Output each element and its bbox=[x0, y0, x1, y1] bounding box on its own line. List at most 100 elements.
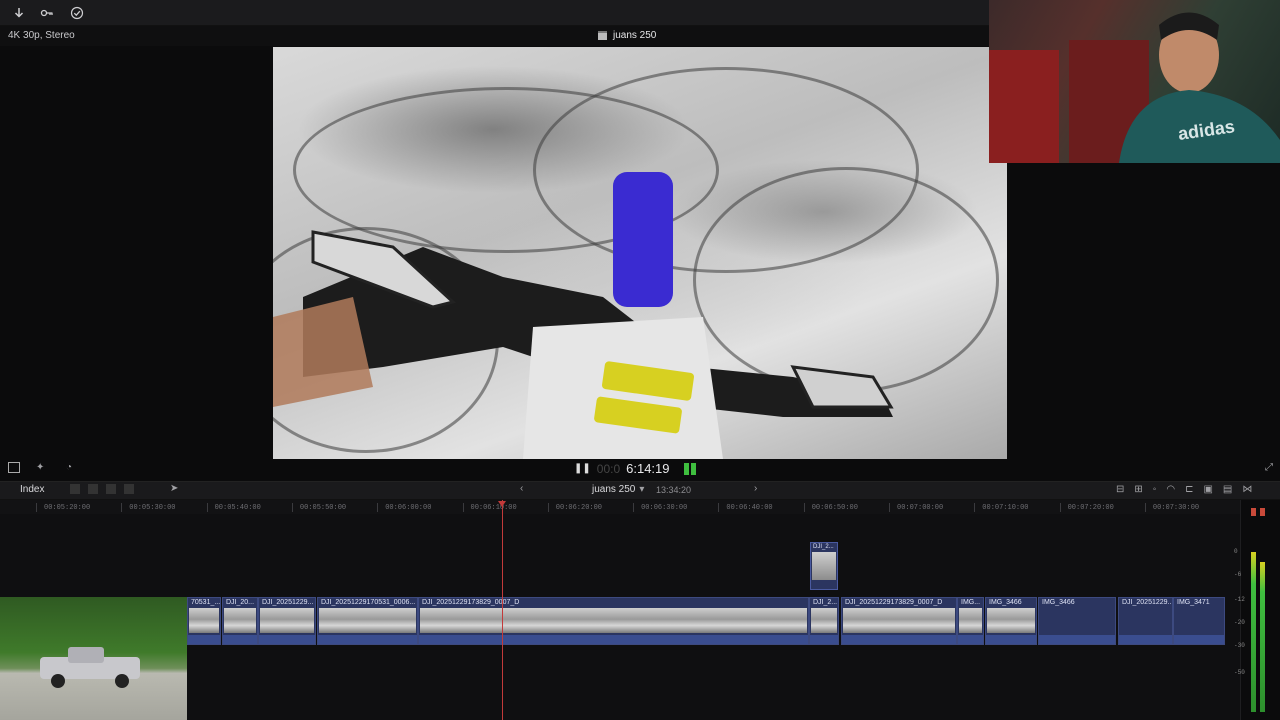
clip-thumbnail bbox=[811, 608, 837, 633]
index-button[interactable]: Index bbox=[20, 484, 44, 495]
viewer-info-bar bbox=[0, 26, 990, 46]
zoom-in-icon[interactable]: ⊞ bbox=[1134, 484, 1142, 495]
format-label: 4K 30p, Stereo bbox=[8, 30, 75, 41]
speed-icon[interactable]: ◔ bbox=[66, 462, 72, 473]
skimming-icon[interactable]: ◦ bbox=[1153, 484, 1157, 495]
ruler-label: 00:05:40:00 bbox=[214, 504, 261, 512]
ruler-tick bbox=[547, 503, 549, 512]
timeline-project-menu[interactable]: juans 250 ▾ bbox=[592, 484, 644, 495]
video-viewer[interactable] bbox=[273, 47, 1007, 459]
timeline-clip[interactable]: 70531_... bbox=[187, 597, 221, 645]
clip-thumbnail bbox=[420, 608, 807, 633]
timeline-clip[interactable]: DJI_20251229173829_0007_D bbox=[418, 597, 809, 645]
fullscreen-icon[interactable]: ⤢ bbox=[1265, 462, 1273, 473]
meter-scale-label: 0 bbox=[1234, 548, 1238, 555]
ruler-label: 00:07:20:00 bbox=[1067, 504, 1114, 512]
meter-scale-label: -12 bbox=[1234, 596, 1245, 603]
view-options-icon[interactable] bbox=[8, 462, 20, 476]
meter-scale-label: -50 bbox=[1234, 669, 1245, 676]
clip-thumbnail bbox=[1120, 608, 1171, 633]
clip-name: 70531_... bbox=[191, 599, 221, 606]
clip-name: DJI_20251229170531_0006... bbox=[321, 599, 416, 606]
ruler-label: 00:06:40:00 bbox=[726, 504, 773, 512]
webcam-overlay: adidas bbox=[989, 0, 1280, 163]
connect-clip-icon[interactable] bbox=[70, 484, 80, 494]
clip-thumbnail bbox=[260, 608, 314, 633]
timeline-clip[interactable]: DJI_20251229... bbox=[258, 597, 316, 645]
ruler-tick bbox=[718, 503, 720, 512]
timeline-clip[interactable]: DJI_20251229173829_0007_D bbox=[841, 597, 957, 645]
ruler-label: 00:06:50:00 bbox=[811, 504, 858, 512]
ruler-tick bbox=[974, 503, 976, 512]
select-tool-icon[interactable]: ➤ bbox=[170, 483, 178, 494]
insert-clip-icon[interactable] bbox=[88, 484, 98, 494]
append-clip-icon[interactable] bbox=[106, 484, 116, 494]
clip-name: IMG_3471 bbox=[1177, 599, 1210, 606]
clip-name: DJI_2... bbox=[813, 544, 834, 550]
timeline-clip[interactable]: DJI_20251229170531_0006... bbox=[317, 597, 418, 645]
clip-thumbnail bbox=[319, 608, 416, 633]
timeline-clip[interactable]: DJI_2... bbox=[809, 597, 839, 645]
pause-icon[interactable]: ❚❚ bbox=[574, 463, 591, 474]
ruler-label: 00:05:30:00 bbox=[129, 504, 176, 512]
toolbar bbox=[0, 0, 990, 26]
timeline-clip[interactable]: DJI_20... bbox=[222, 597, 258, 645]
snapping-icon[interactable]: ⊏ bbox=[1185, 484, 1193, 495]
import-icon[interactable] bbox=[8, 4, 30, 21]
ruler-label: 00:07:30:00 bbox=[1152, 504, 1200, 512]
clip-audio-waveform bbox=[810, 635, 838, 644]
ruler-tick bbox=[36, 503, 37, 512]
clip-audio-waveform bbox=[223, 635, 257, 644]
clip-name: DJI_20... bbox=[226, 599, 255, 606]
ruler-tick bbox=[377, 503, 379, 512]
audio-meters bbox=[1240, 500, 1280, 720]
ruler-tick bbox=[1059, 503, 1061, 512]
ruler-tick bbox=[633, 503, 635, 512]
timecode-display[interactable]: ❚❚ 00:0 6:14:19 bbox=[574, 461, 670, 476]
clip-thumbnail bbox=[812, 552, 836, 580]
timeline-clip[interactable]: IMG... bbox=[957, 597, 984, 645]
clip-audio-waveform bbox=[842, 635, 956, 644]
dirt-bike-handlebars bbox=[273, 172, 894, 459]
clip-name: IMG_3466 bbox=[1042, 599, 1075, 606]
timeline-ruler[interactable] bbox=[0, 500, 1240, 515]
headphones-icon[interactable]: ◠ bbox=[1166, 484, 1175, 495]
checkmark-icon[interactable] bbox=[66, 4, 88, 21]
timeline-clip[interactable]: IMG_3466 bbox=[985, 597, 1037, 645]
timeline-clip[interactable]: IMG_3466 bbox=[1038, 597, 1116, 645]
timeline-clip[interactable]: IMG_3471 bbox=[1173, 597, 1225, 645]
clip-name: DJI_20251229173829_0007_D bbox=[422, 599, 520, 606]
clip-audio-waveform bbox=[1174, 635, 1224, 644]
chevron-down-icon: ▾ bbox=[639, 484, 645, 495]
enhance-icon[interactable]: ✦ bbox=[36, 462, 44, 473]
ruler-tick bbox=[206, 503, 208, 512]
effects-browser-icon[interactable]: ▤ bbox=[1223, 484, 1232, 495]
connected-clip[interactable]: DJI_2... bbox=[810, 542, 838, 590]
clip-thumbnail bbox=[1175, 608, 1223, 633]
clip-audio-waveform bbox=[259, 635, 315, 644]
keyword-icon[interactable] bbox=[36, 4, 58, 21]
playhead-handle[interactable] bbox=[498, 501, 506, 507]
ruler-tick bbox=[889, 503, 890, 512]
ruler-tick bbox=[462, 503, 464, 512]
clip-name: DJI_20251229... bbox=[1122, 599, 1173, 606]
back-arrow-icon[interactable]: ‹ bbox=[520, 483, 523, 494]
timeline-clip[interactable]: DJI_20251229... bbox=[1118, 597, 1173, 645]
meter-scale-label: -20 bbox=[1234, 619, 1245, 626]
overwrite-clip-icon[interactable] bbox=[124, 484, 134, 494]
person-silhouette: adidas bbox=[989, 12, 1280, 163]
timecode-value: 6:14:19 bbox=[626, 461, 670, 476]
zoom-out-icon[interactable]: ⊟ bbox=[1116, 484, 1124, 495]
clip-appearance-icon[interactable]: ▣ bbox=[1203, 484, 1212, 495]
clip-thumbnail bbox=[1040, 608, 1114, 633]
pickup-truck bbox=[40, 647, 140, 688]
playhead[interactable] bbox=[502, 500, 503, 720]
meter-scale-label: -30 bbox=[1234, 642, 1245, 649]
clip-appearance-controls bbox=[70, 484, 134, 494]
forward-arrow-icon[interactable]: › bbox=[754, 483, 757, 494]
clip-name: DJI_20251229173829_0007_D bbox=[845, 599, 943, 606]
ruler-label: 00:06:10:00 bbox=[470, 504, 517, 512]
transitions-browser-icon[interactable]: ⋈ bbox=[1242, 484, 1252, 495]
clip-name: IMG_3466 bbox=[989, 599, 1022, 606]
timeline-right-controls: ⊟ ⊞ ◦ ◠ ⊏ ▣ ▤ ⋈ bbox=[1116, 484, 1252, 495]
